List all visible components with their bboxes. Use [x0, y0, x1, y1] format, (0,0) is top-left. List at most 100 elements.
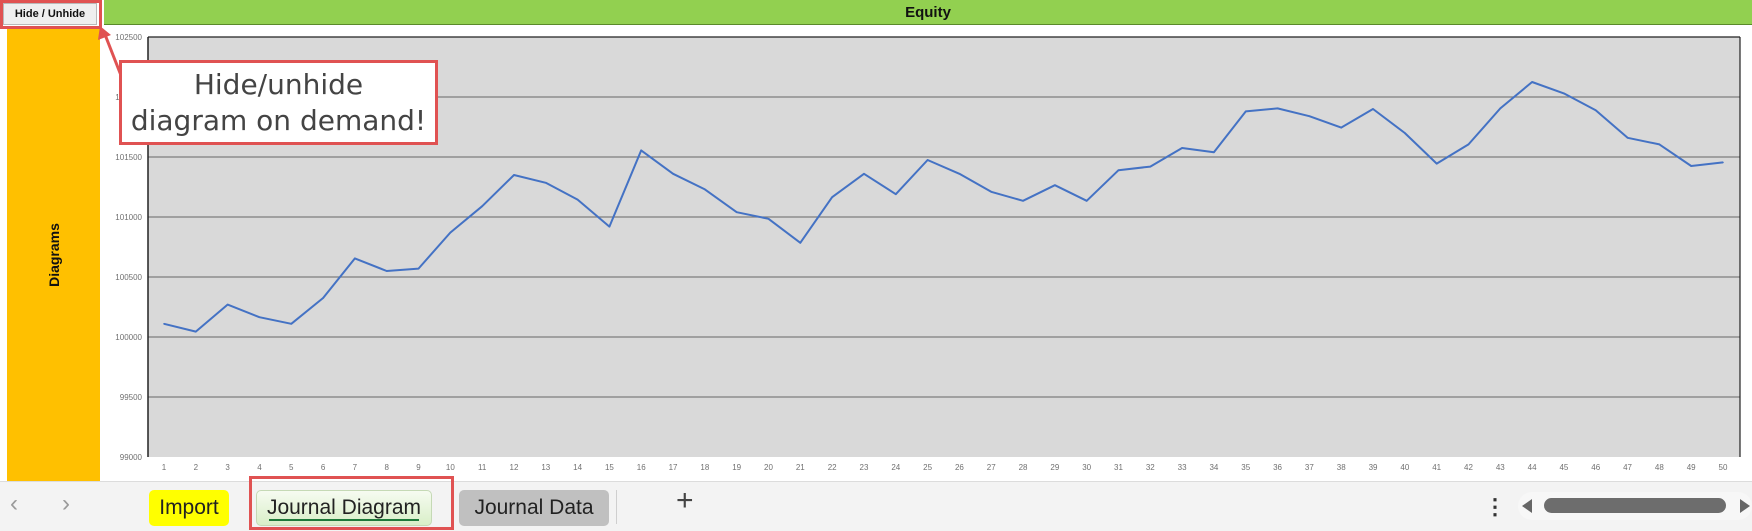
data-point — [1022, 200, 1024, 202]
data-point — [322, 297, 324, 299]
x-tick-label: 20 — [764, 463, 773, 472]
x-tick-label: 11 — [478, 463, 487, 472]
x-tick-label: 32 — [1146, 463, 1155, 472]
x-tick-label: 4 — [257, 463, 262, 472]
x-tick-label: 17 — [669, 463, 678, 472]
x-tick-label: 39 — [1369, 463, 1378, 472]
x-tick-label: 7 — [353, 463, 358, 472]
tab-journal-data-label: Journal Data — [474, 496, 594, 519]
data-point — [1722, 161, 1724, 164]
x-tick-label: 44 — [1528, 463, 1537, 472]
y-tick-label: 101500 — [115, 153, 142, 162]
x-tick-label: 34 — [1209, 463, 1218, 472]
x-tick-label: 43 — [1496, 463, 1505, 472]
equity-header-title: Equity — [905, 3, 951, 21]
data-point — [767, 218, 770, 220]
x-tick-label: 8 — [384, 463, 389, 472]
x-tick-label: 30 — [1082, 463, 1091, 472]
data-point — [704, 188, 706, 191]
data-point — [672, 173, 674, 175]
x-tick-label: 1 — [162, 463, 167, 472]
tab-journal-diagram[interactable]: Journal Diagram — [256, 490, 432, 526]
data-point — [1499, 107, 1502, 110]
scroll-left-arrow-icon[interactable] — [1522, 499, 1532, 513]
scroll-right-arrow-icon[interactable] — [1740, 499, 1750, 513]
x-tick-label: 22 — [828, 463, 837, 472]
x-tick-label: 26 — [955, 463, 964, 472]
data-point — [513, 174, 515, 176]
data-point — [417, 267, 420, 270]
data-point — [449, 231, 452, 234]
data-point — [608, 225, 611, 228]
x-tick-label: 31 — [1114, 463, 1123, 472]
x-tick-label: 2 — [194, 463, 199, 472]
tab-import-label: Import — [159, 496, 219, 519]
data-point — [1276, 107, 1279, 110]
data-point — [1244, 110, 1247, 113]
x-tick-label: 5 — [289, 463, 294, 472]
x-tick-label: 25 — [923, 463, 932, 472]
x-tick-label: 6 — [321, 463, 326, 472]
data-point — [799, 242, 802, 244]
x-tick-label: 3 — [225, 463, 230, 472]
x-tick-label: 49 — [1687, 463, 1696, 472]
scrollbar-thumb[interactable] — [1544, 498, 1726, 513]
x-tick-label: 28 — [1019, 463, 1028, 472]
x-tick-label: 27 — [987, 463, 996, 472]
data-point — [1594, 109, 1597, 111]
data-point — [863, 173, 865, 175]
data-point — [226, 303, 229, 306]
x-tick-label: 48 — [1655, 463, 1664, 472]
data-point — [1117, 169, 1120, 171]
y-tick-label: 100500 — [115, 273, 142, 282]
data-point — [481, 205, 483, 207]
data-point — [354, 257, 356, 260]
x-tick-label: 10 — [446, 463, 455, 472]
tab-separator — [616, 490, 617, 524]
x-tick-label: 36 — [1273, 463, 1282, 472]
chevron-right-icon[interactable]: › — [62, 490, 70, 518]
data-point — [1054, 184, 1056, 186]
data-point — [1181, 147, 1183, 149]
x-tick-label: 38 — [1337, 463, 1346, 472]
data-point — [1531, 81, 1533, 83]
x-tick-label: 45 — [1559, 463, 1568, 472]
data-point — [894, 193, 897, 195]
y-tick-label: 100000 — [115, 333, 142, 342]
diagrams-sidebar-label: Diagrams — [45, 223, 62, 287]
tab-import[interactable]: Import — [149, 490, 229, 526]
x-tick-label: 21 — [796, 463, 805, 472]
x-tick-label: 9 — [416, 463, 421, 472]
data-point — [958, 173, 961, 175]
more-options-kebab-icon[interactable]: ⋮ — [1484, 490, 1506, 524]
callout-line-1: Hide/unhide — [193, 68, 364, 101]
x-tick-label: 14 — [573, 463, 582, 472]
horizontal-scrollbar[interactable] — [1518, 492, 1752, 520]
data-point — [1435, 162, 1438, 165]
data-point — [1149, 165, 1152, 168]
data-point — [195, 330, 197, 333]
add-sheet-plus-icon[interactable]: + — [676, 484, 694, 518]
x-tick-label: 23 — [860, 463, 869, 472]
equity-header: Equity — [104, 0, 1752, 25]
tab-journal-data[interactable]: Journal Data — [459, 490, 609, 526]
x-tick-label: 12 — [510, 463, 519, 472]
x-tick-label: 18 — [700, 463, 709, 472]
data-point — [163, 323, 165, 325]
x-tick-label: 33 — [1178, 463, 1187, 472]
x-tick-label: 50 — [1719, 463, 1728, 472]
data-point — [990, 191, 993, 193]
data-point — [926, 159, 929, 161]
x-tick-label: 15 — [605, 463, 614, 472]
chevron-left-icon[interactable]: ‹ — [10, 490, 18, 518]
data-point — [1626, 137, 1629, 139]
x-tick-label: 29 — [1050, 463, 1059, 472]
x-axis-tick-labels: 1 2 3 4 5 6 7 8 9 10 11 12 13 14 15 16 17 18 19 20 21 22 23 24 2… — [162, 463, 1728, 472]
data-point — [1213, 151, 1215, 153]
y-tick-label: 101000 — [115, 213, 142, 222]
data-point — [831, 196, 833, 198]
x-tick-label: 19 — [732, 463, 741, 472]
x-tick-label: 16 — [637, 463, 646, 472]
data-point — [1658, 143, 1661, 146]
active-tab-underline — [269, 519, 419, 521]
